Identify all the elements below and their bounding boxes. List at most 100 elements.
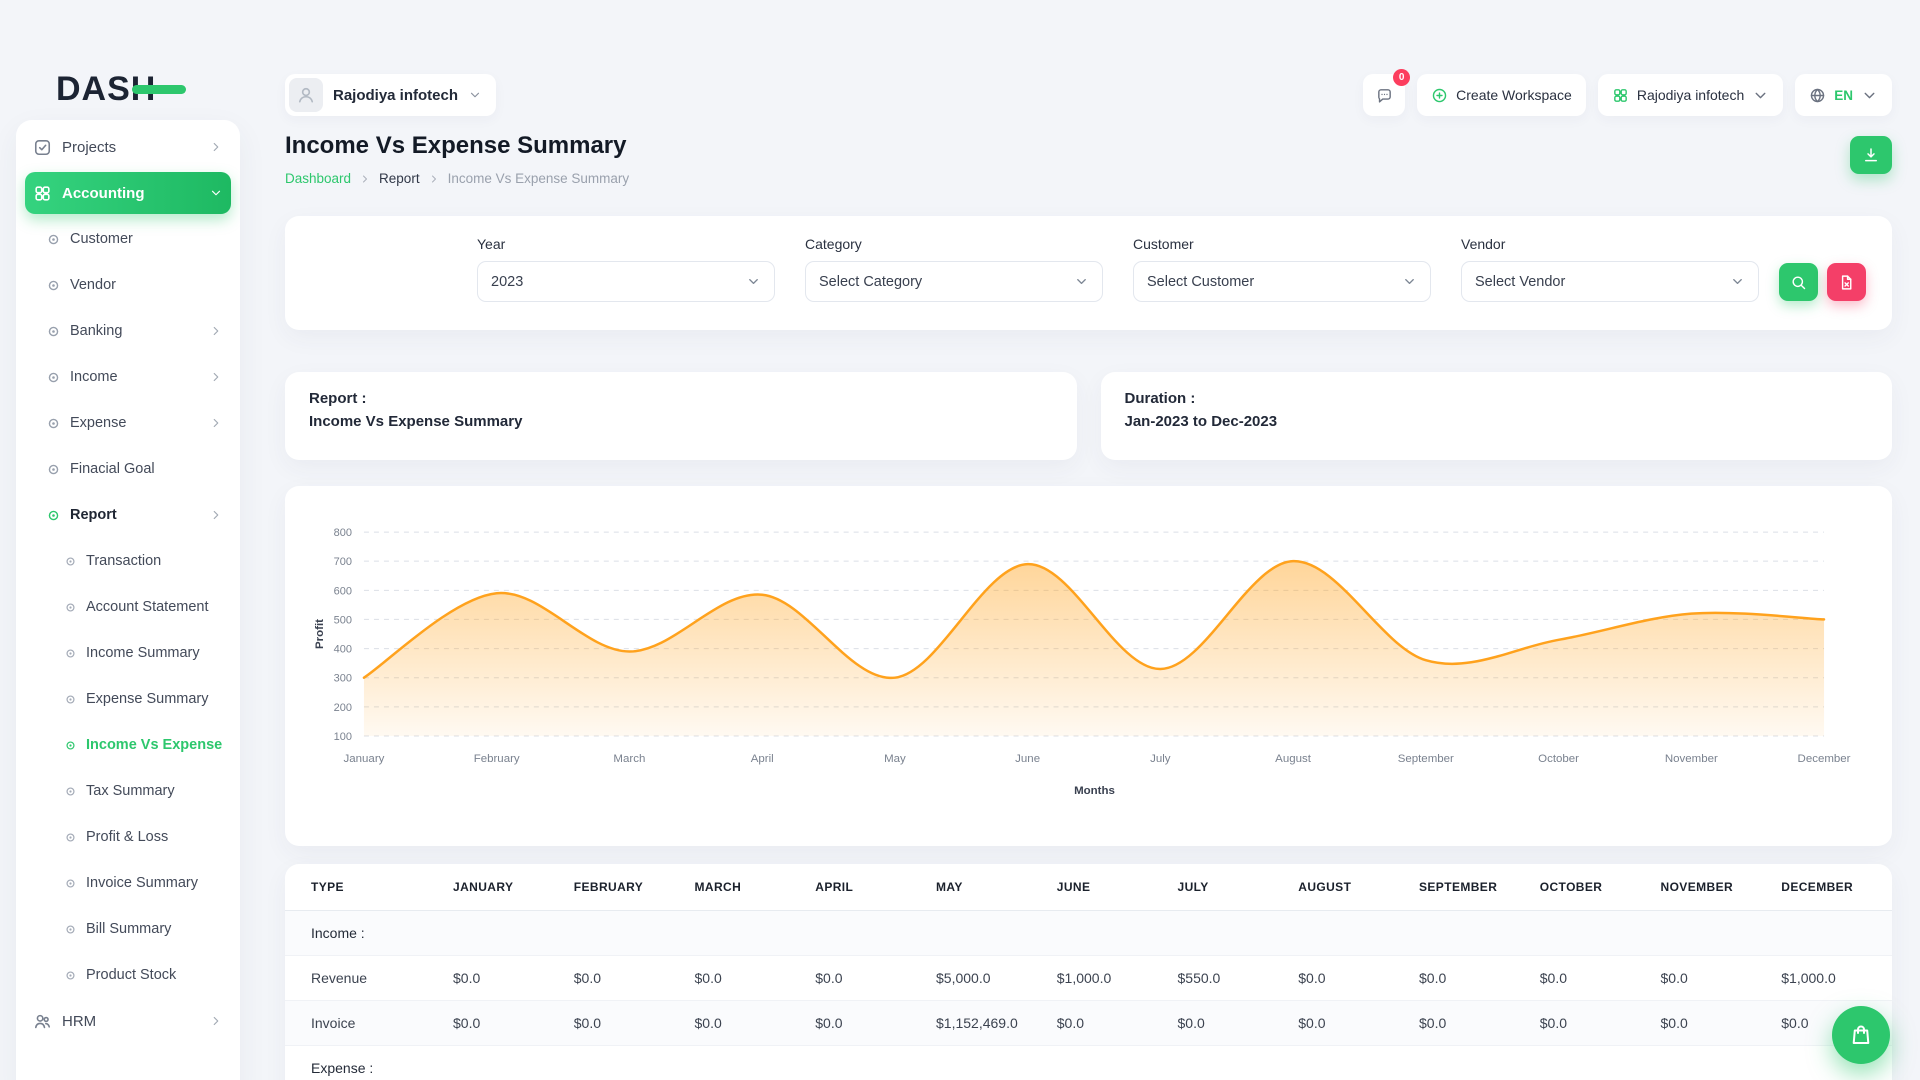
account-name: Rajodiya infotech (1637, 87, 1744, 103)
account-menu-button[interactable]: Rajodiya infotech (1598, 74, 1783, 116)
vendor-select[interactable]: Select Vendor (1461, 261, 1759, 302)
sidebar-item-income-vs-expense[interactable]: Income Vs Expense (25, 724, 231, 766)
badge-icon (65, 648, 76, 659)
vendor-field: VendorSelect Vendor (1461, 236, 1759, 302)
sidebar-item-banking[interactable]: Banking (25, 310, 231, 352)
income-expense-table: TYPEJANUARYFEBRUARYMARCHAPRILMAYJUNEJULY… (285, 864, 1892, 1080)
reset-button[interactable] (1827, 263, 1866, 301)
sidebar-item-profit-loss[interactable]: Profit & Loss (25, 816, 231, 858)
sidebar-item-income[interactable]: Income (25, 356, 231, 398)
breadcrumb: DashboardReportIncome Vs Expense Summary (285, 171, 1892, 186)
badge-icon (65, 556, 76, 567)
brand-logo-dash (132, 85, 186, 94)
svg-text:800: 800 (334, 527, 352, 539)
chevron-down-icon (1752, 87, 1769, 104)
filter-card: Year2023CategorySelect CategoryCustomerS… (285, 216, 1892, 330)
column-header-type: TYPE (285, 864, 443, 911)
chevron-right-icon (209, 140, 223, 154)
svg-text:May: May (884, 753, 906, 765)
messages-button[interactable]: 0 (1363, 74, 1405, 116)
summary-cards-row: Report : Income Vs Expense Summary Durat… (285, 372, 1892, 460)
globe-icon (1809, 87, 1826, 104)
badge-icon (47, 325, 60, 338)
sidebar-item-report[interactable]: Report (25, 494, 231, 536)
cell: $0.0 (685, 956, 806, 1001)
sidebar-item-bill-summary[interactable]: Bill Summary (25, 908, 231, 950)
svg-text:200: 200 (334, 702, 352, 714)
create-workspace-button[interactable]: Create Workspace (1417, 74, 1586, 116)
cell (1651, 911, 1772, 956)
cell (564, 1046, 685, 1080)
sidebar-item-accounting[interactable]: Accounting (25, 172, 231, 214)
cell: $0.0 (1530, 956, 1651, 1001)
sidebar-item-label: Bill Summary (86, 921, 223, 937)
row-label: Invoice (285, 1001, 443, 1046)
breadcrumb-item-report[interactable]: Report (379, 171, 420, 186)
column-header-october: OCTOBER (1530, 864, 1651, 911)
sidebar-item-tax-summary[interactable]: Tax Summary (25, 770, 231, 812)
breadcrumb-item-dashboard[interactable]: Dashboard (285, 171, 351, 186)
row-label: Income : (285, 911, 443, 956)
sidebar-item-product-stock[interactable]: Product Stock (25, 954, 231, 996)
svg-text:July: July (1150, 753, 1171, 765)
category-field: CategorySelect Category (805, 236, 1103, 302)
svg-text:December: December (1798, 753, 1851, 765)
row-label: Revenue (285, 956, 443, 1001)
sidebar-item-invoice-summary[interactable]: Invoice Summary (25, 862, 231, 904)
download-button[interactable] (1850, 136, 1892, 174)
sidebar-item-customer[interactable]: Customer (25, 218, 231, 260)
search-button[interactable] (1779, 263, 1818, 301)
chevron-down-icon (468, 88, 482, 102)
sidebar-item-account-statement[interactable]: Account Statement (25, 586, 231, 628)
workspace-selector[interactable]: Rajodiya infotech (285, 74, 496, 116)
users-icon (33, 1012, 52, 1031)
cell (1530, 911, 1651, 956)
svg-text:600: 600 (334, 585, 352, 597)
profit-area-chart: 800700600500400300200100JanuaryFebruaryM… (309, 510, 1868, 822)
cell: $5,000.0 (926, 956, 1047, 1001)
sidebar-item-transaction[interactable]: Transaction (25, 540, 231, 582)
badge-icon (47, 233, 60, 246)
grid-icon (33, 184, 52, 203)
year-select[interactable]: 2023 (477, 261, 775, 302)
chevron-down-icon (746, 274, 761, 289)
column-header-august: AUGUST (1288, 864, 1409, 911)
chart-card: 800700600500400300200100JanuaryFebruaryM… (285, 486, 1892, 846)
sidebar-item-expense-summary[interactable]: Expense Summary (25, 678, 231, 720)
sidebar-item-label: Banking (70, 323, 199, 339)
chart-area-fill (364, 561, 1824, 736)
table-row-income: Income : (285, 911, 1892, 956)
sidebar-item-income-summary[interactable]: Income Summary (25, 632, 231, 674)
sidebar-item-hrm[interactable]: HRM (25, 1000, 231, 1042)
sidebar-item-vendor[interactable]: Vendor (25, 264, 231, 306)
sidebar-item-label: Transaction (86, 553, 223, 569)
column-header-june: JUNE (1047, 864, 1168, 911)
topbar: Rajodiya infotech 0 Create Workspace (285, 0, 1892, 116)
chevron-down-icon (209, 186, 223, 200)
language-selector[interactable]: EN (1795, 74, 1892, 116)
cell: $0.0 (1530, 1001, 1651, 1046)
sidebar-item-label: Income Vs Expense (86, 737, 223, 753)
sidebar-item-label: Expense (70, 415, 199, 431)
cell (685, 911, 806, 956)
category-select[interactable]: Select Category (805, 261, 1103, 302)
sidebar-item-label: Profit & Loss (86, 829, 223, 845)
svg-text:September: September (1398, 753, 1454, 765)
sidebar-item-finacial-goal[interactable]: Finacial Goal (25, 448, 231, 490)
sidebar-item-projects[interactable]: Projects (25, 126, 231, 168)
sidebar-item-expense[interactable]: Expense (25, 402, 231, 444)
floating-cart-button[interactable] (1832, 1006, 1890, 1064)
sidebar-item-label: Customer (70, 231, 223, 247)
cell (1288, 911, 1409, 956)
svg-text:April: April (751, 753, 774, 765)
filter-actions (1779, 263, 1866, 301)
language-code: EN (1834, 88, 1853, 103)
chevron-right-icon (209, 324, 223, 338)
customer-field: CustomerSelect Customer (1133, 236, 1431, 302)
chevron-right-icon (359, 173, 371, 185)
report-card-title: Report : (309, 390, 1053, 407)
area-chart-svg: 800700600500400300200100JanuaryFebruaryM… (309, 510, 1868, 822)
sidebar-item-label: Accounting (62, 185, 199, 202)
cell (1771, 911, 1892, 956)
customer-select[interactable]: Select Customer (1133, 261, 1431, 302)
